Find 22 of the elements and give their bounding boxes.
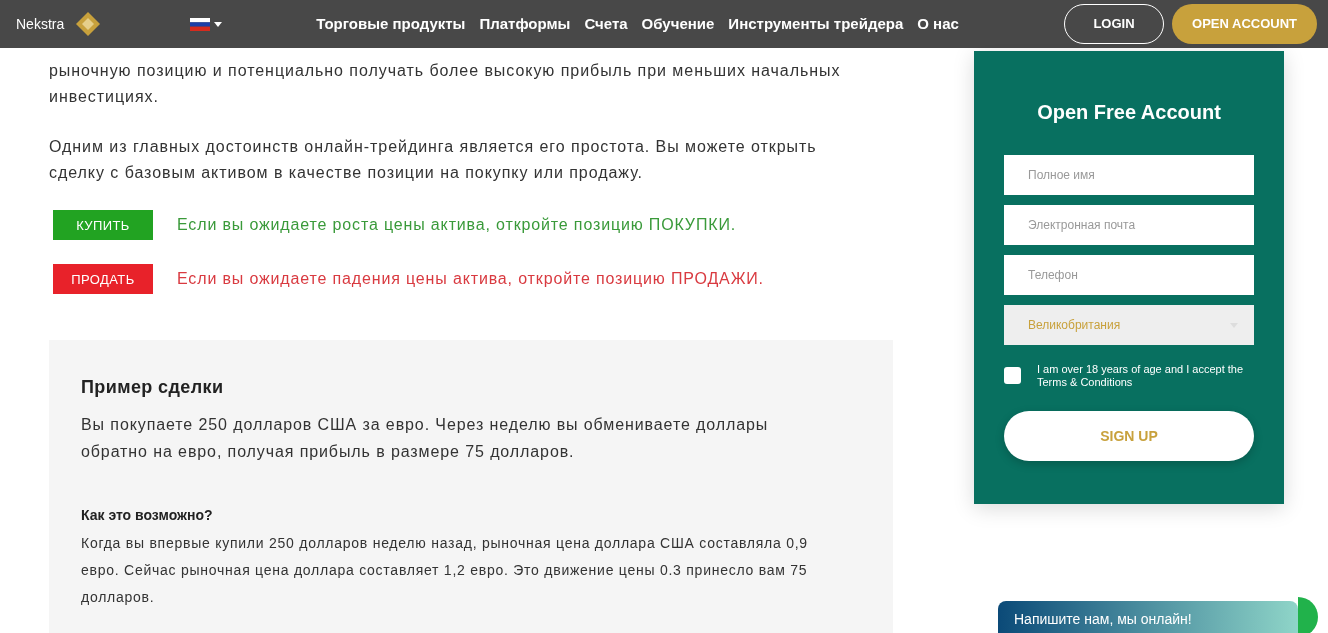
terms-label: I am over 18 years of age and I accept the Terms & Conditions <box>1037 363 1245 389</box>
brand-name[interactable]: Nekstra <box>16 13 65 35</box>
nav-link[interactable]: Счета <box>584 12 628 36</box>
buy-hint: Если вы ожидаете роста цены актива, откройте позицию ПОКУПКИ. <box>177 215 737 235</box>
paragraph: Одним из главных достоинств онлайн-трейдинга является его простота. Вы можете открыть сделку с базовым активом в качестве позиции на покупку или продажу. <box>49 137 818 183</box>
input-field[interactable]: Электронная почта <box>1004 205 1254 245</box>
nav-link[interactable]: О нас <box>917 12 959 36</box>
input-field[interactable]: Телефон <box>1004 255 1254 295</box>
form-title: Open Free Account <box>1036 100 1222 125</box>
nav-link[interactable]: Инструменты трейдера <box>728 12 904 36</box>
example-title: Пример сделки <box>81 376 225 399</box>
sell-hint: Если вы ожидаете падения цены актива, откройте позицию ПРОДАЖИ. <box>177 269 764 289</box>
input-field[interactable]: Полное имя <box>1004 155 1254 195</box>
sell-button[interactable]: ПРОДАТЬ <box>53 264 153 294</box>
chat-widget[interactable]: Напишите нам, мы онлайн! <box>998 601 1298 633</box>
paragraph: рыночную позицию и потенциально получать более высокую прибыль при меньших начальных инвестициях. <box>49 61 842 107</box>
question-heading: Как это возможно? <box>81 506 214 525</box>
nav-link[interactable]: Торговые продукты <box>316 12 466 36</box>
nav-link[interactable]: Обучение <box>641 12 715 36</box>
nav-link[interactable]: Платформы <box>479 12 571 36</box>
answer-text: Когда вы впервые купили 250 долларов неделю назад, рыночная цена доллара США составляла 0,9 евро. Сейчас рыночная цена доллара составляет 1,2 евро. Это движение цены 0.3 принесло вам 75 долларов. <box>81 534 809 607</box>
example-text: Вы покупаете 250 долларов США за евро. Через неделю вы обмениваете доллары обратно на евро, получая прибыль в размере 75 долларов. <box>81 415 770 462</box>
